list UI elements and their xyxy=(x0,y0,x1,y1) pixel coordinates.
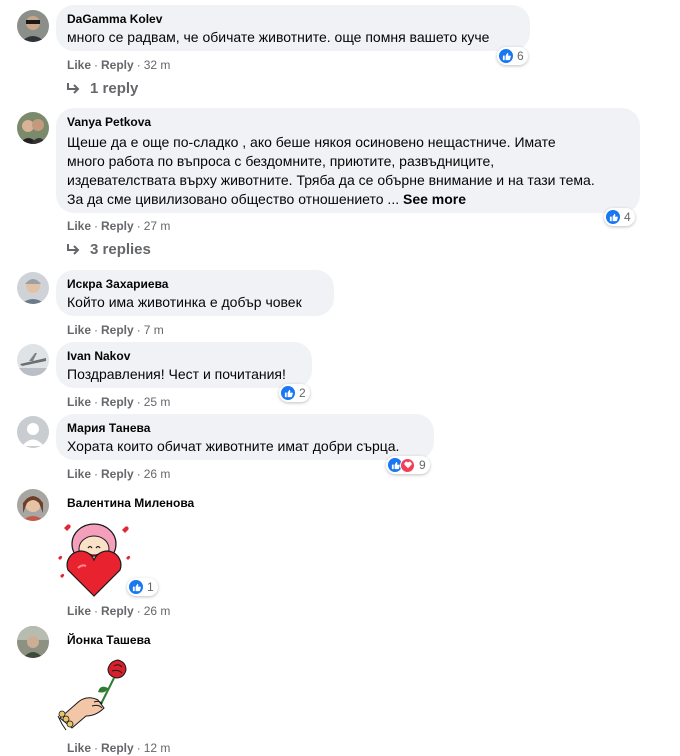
comment-text: Хората които обичат животните имат добри… xyxy=(67,438,400,454)
avatar[interactable] xyxy=(17,489,49,521)
like-icon xyxy=(281,386,295,400)
reply-button[interactable]: Reply xyxy=(101,604,134,618)
like-button[interactable]: Like xyxy=(67,58,91,72)
comment-author[interactable]: Мария Танева xyxy=(67,421,150,435)
comment-bubble: Искра Захариева Който има животинка е до… xyxy=(56,270,334,316)
rose-sticker[interactable] xyxy=(56,654,136,734)
see-more-link[interactable]: See more xyxy=(403,191,466,207)
timestamp[interactable]: 27 m xyxy=(144,219,171,233)
view-replies-button[interactable]: 3 replies xyxy=(66,241,151,258)
reaction-count[interactable]: 2 xyxy=(279,384,310,402)
comment-author[interactable]: Vanya Petkova xyxy=(67,115,151,129)
avatar[interactable] xyxy=(17,344,49,376)
reply-button[interactable]: Reply xyxy=(101,741,134,755)
reply-button[interactable]: Reply xyxy=(101,58,134,72)
reaction-count[interactable]: 9 xyxy=(386,456,430,474)
reply-button[interactable]: Reply xyxy=(101,395,134,409)
timestamp[interactable]: 25 m xyxy=(144,395,171,409)
timestamp[interactable]: 32 m xyxy=(144,58,171,72)
timestamp[interactable]: 7 m xyxy=(144,323,164,337)
view-replies-button[interactable]: 1 reply xyxy=(66,80,138,97)
heart-sticker[interactable] xyxy=(56,518,132,600)
comment-bubble: DaGamma Kolev много се радвам, че обичат… xyxy=(56,5,530,51)
comment-author[interactable]: Йонка Ташева xyxy=(67,633,151,647)
like-button[interactable]: Like xyxy=(67,604,91,618)
love-icon xyxy=(400,457,415,473)
avatar[interactable] xyxy=(17,626,49,658)
like-icon xyxy=(129,580,143,594)
like-icon xyxy=(606,210,620,224)
like-icon xyxy=(499,49,513,63)
comment-actions: Like · Reply · 26 m xyxy=(67,467,171,481)
comment-author[interactable]: Валентина Миленова xyxy=(67,496,194,510)
comment-actions: Like · Reply · 25 m xyxy=(67,395,171,409)
avatar[interactable] xyxy=(17,272,49,304)
like-button[interactable]: Like xyxy=(67,395,91,409)
comment-author[interactable]: DaGamma Kolev xyxy=(67,12,162,26)
comment-actions: Like · Reply · 32 m xyxy=(67,58,171,72)
avatar[interactable] xyxy=(17,112,49,144)
comment-actions: Like · Reply · 7 m xyxy=(67,323,164,337)
reaction-count[interactable]: 4 xyxy=(604,208,635,226)
comment-text: Поздравления! Чест и почитания! xyxy=(67,366,286,382)
comment-author[interactable]: Искра Захариева xyxy=(67,277,168,291)
like-button[interactable]: Like xyxy=(67,741,91,755)
comment-actions: Like · Reply · 12 m xyxy=(67,741,171,755)
avatar[interactable] xyxy=(17,416,49,448)
avatar[interactable] xyxy=(17,10,49,42)
comment-text: много се радвам, че обичате животните. о… xyxy=(67,29,490,45)
reply-arrow-icon xyxy=(67,82,80,94)
comment-text: Който има животинка е добър човек xyxy=(67,294,302,310)
timestamp[interactable]: 26 m xyxy=(144,604,171,618)
comment-actions: Like · Reply · 27 m xyxy=(67,219,171,233)
comment-bubble: Vanya Petkova Щеше да е още по-сладко , … xyxy=(56,108,640,213)
like-button[interactable]: Like xyxy=(67,219,91,233)
comment-bubble: Ivan Nakov Поздравления! Чест и почитани… xyxy=(56,342,312,388)
timestamp[interactable]: 12 m xyxy=(144,741,171,755)
reaction-count[interactable]: 6 xyxy=(497,47,528,65)
reply-arrow-icon xyxy=(67,243,80,255)
reply-button[interactable]: Reply xyxy=(101,323,134,337)
comment-text: Щеше да е още по-сладко , ако беше някоя… xyxy=(67,134,595,207)
comment-author[interactable]: Ivan Nakov xyxy=(67,349,130,363)
comment-actions: Like · Reply · 26 m xyxy=(67,604,171,618)
like-button[interactable]: Like xyxy=(67,323,91,337)
comment-bubble: Мария Танева Хората които обичат животни… xyxy=(56,414,434,460)
reply-button[interactable]: Reply xyxy=(101,467,134,481)
like-button[interactable]: Like xyxy=(67,467,91,481)
reaction-count[interactable]: 1 xyxy=(127,578,158,596)
reply-button[interactable]: Reply xyxy=(101,219,134,233)
timestamp[interactable]: 26 m xyxy=(144,467,171,481)
